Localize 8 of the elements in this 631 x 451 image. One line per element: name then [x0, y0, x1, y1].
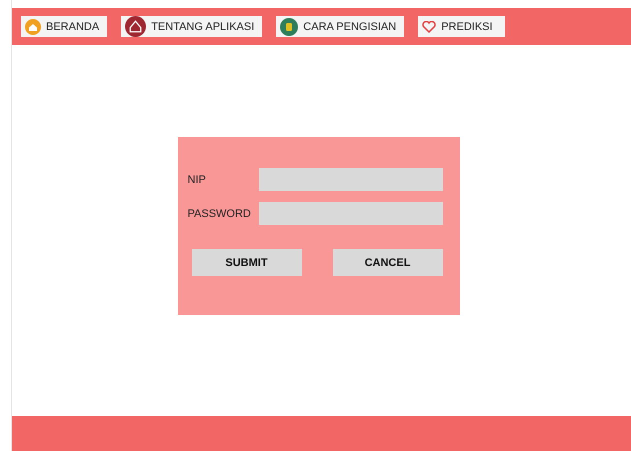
field-label: PASSWORD — [188, 208, 251, 220]
nav-button[interactable]: BERANDA — [21, 16, 108, 37]
field-label: NIP — [188, 174, 206, 186]
nav-button[interactable]: TENTANG APLIKASI — [121, 16, 262, 37]
cancel-button[interactable]: CANCEL — [332, 249, 442, 276]
submit-button[interactable]: SUBMIT — [192, 249, 302, 276]
nav-button[interactable]: CARA PENGISIAN — [276, 16, 404, 37]
nav-button[interactable]: PREDIKSI — [418, 16, 506, 37]
